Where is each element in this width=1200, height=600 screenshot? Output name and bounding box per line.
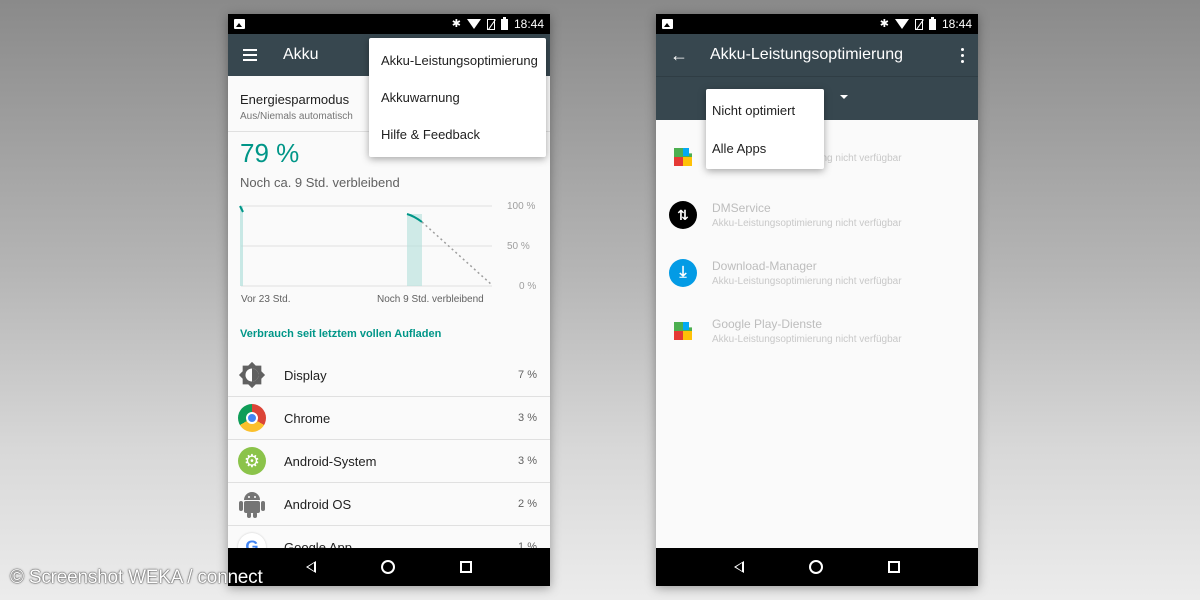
battery-chart: 100 % 50 % 0 % Vor 23 Std. Noch 9 Std. v… bbox=[228, 196, 550, 306]
gallery-notification-icon bbox=[234, 19, 245, 29]
nav-home-icon[interactable] bbox=[808, 560, 823, 574]
filter-option-not-optimized[interactable]: Nicht optimiert bbox=[706, 91, 824, 129]
menu-item-battery-warning[interactable]: Akkuwarnung bbox=[369, 79, 546, 116]
bluetooth-icon: ✱ bbox=[451, 17, 461, 30]
usage-item-label: Android OS bbox=[284, 496, 352, 512]
usage-item-label: Display bbox=[284, 367, 327, 383]
y-tick-50: 50 % bbox=[507, 241, 530, 252]
usage-item-display[interactable]: Display 7 % bbox=[228, 354, 550, 397]
usage-item-label: Android-System bbox=[284, 453, 377, 469]
dropdown-caret-icon[interactable] bbox=[840, 95, 848, 99]
usage-heading: Verbrauch seit letztem vollen Aufladen bbox=[240, 328, 442, 340]
app-toolbar: ← Akku-Leistungsoptimierung bbox=[656, 34, 978, 76]
app-row-dmservice[interactable]: ⇅ DMService Akku-Leistungsoptimierung ni… bbox=[656, 186, 978, 244]
battery-icon bbox=[500, 16, 508, 30]
y-tick-100: 100 % bbox=[507, 201, 536, 212]
menu-icon[interactable] bbox=[243, 49, 257, 61]
no-sim-icon bbox=[486, 18, 495, 30]
y-tick-0: 0 % bbox=[519, 281, 537, 292]
more-options-icon[interactable] bbox=[961, 47, 964, 63]
battery-chart-svg bbox=[239, 205, 493, 287]
app-detail: Akku-Leistungsoptimierung nicht verfügba… bbox=[712, 276, 902, 287]
x-label-start: Vor 23 Std. bbox=[241, 294, 291, 305]
app-row-download-manager[interactable]: ⤓ Download-Manager Akku-Leistungsoptimie… bbox=[656, 244, 978, 302]
usage-item-label: Chrome bbox=[284, 410, 331, 426]
battery-remaining: Noch ca. 9 Std. verbleibend bbox=[240, 175, 400, 190]
prediction-line bbox=[421, 221, 493, 286]
page-title: Akku bbox=[283, 46, 319, 63]
nav-recents-icon[interactable] bbox=[460, 561, 473, 573]
no-sim-icon bbox=[914, 18, 923, 30]
battery-icon bbox=[928, 16, 936, 30]
android-robot-icon bbox=[238, 490, 266, 518]
nav-back-icon[interactable] bbox=[733, 561, 744, 573]
menu-item-battery-optimization[interactable]: Akku-Leistungsoptimierung bbox=[369, 42, 546, 79]
filter-option-all-apps[interactable]: Alle Apps bbox=[706, 129, 824, 167]
back-arrow-icon[interactable]: ← bbox=[670, 45, 688, 66]
status-bar: ✱ 18:44 bbox=[228, 14, 550, 34]
usage-item-value: 2 % bbox=[518, 498, 537, 510]
app-detail: Akku-Leistungsoptimierung nicht verfügba… bbox=[712, 218, 902, 229]
usage-item-value: 3 % bbox=[518, 455, 537, 467]
phone-optimization-screen: ✱ 18:44 ← Akku-Leistungsoptimierung Akku… bbox=[656, 14, 978, 586]
app-name: Download-Manager bbox=[712, 259, 817, 273]
wifi-icon bbox=[894, 19, 909, 29]
usage-item-android-os[interactable]: Android OS 2 % bbox=[228, 483, 550, 526]
copyright-watermark: © Screenshot WEKA / connect bbox=[10, 567, 263, 588]
bluetooth-icon: ✱ bbox=[879, 17, 889, 30]
usage-item-value: 7 % bbox=[518, 369, 537, 381]
puzzle-app-icon bbox=[669, 143, 697, 171]
usage-item-android-system[interactable]: ⚙ Android-System 3 % bbox=[228, 440, 550, 483]
phone-battery-screen: ✱ 18:44 Akku Energiesparmodus Aus/Niemal… bbox=[228, 14, 550, 586]
gallery-notification-icon bbox=[662, 19, 673, 29]
wifi-icon bbox=[466, 19, 481, 29]
status-bar: ✱ 18:44 bbox=[656, 14, 978, 34]
app-name: Google Play-Dienste bbox=[712, 317, 823, 331]
nav-recents-icon[interactable] bbox=[888, 561, 901, 573]
status-time: 18:44 bbox=[941, 17, 972, 31]
filter-dropdown: Nicht optimiert Alle Apps bbox=[706, 89, 824, 169]
overflow-menu: Akku-Leistungsoptimierung Akkuwarnung Hi… bbox=[369, 38, 546, 157]
usage-item-value: 3 % bbox=[518, 412, 537, 424]
app-detail: Akku-Leistungsoptimierung nicht verfügba… bbox=[712, 334, 902, 345]
usage-list: Display 7 % Chrome 3 % ⚙ Android-System … bbox=[228, 354, 550, 569]
navigation-bar bbox=[656, 548, 978, 586]
page-title: Akku-Leistungsoptimierung bbox=[710, 46, 903, 63]
chrome-icon bbox=[238, 404, 266, 432]
nav-back-icon[interactable] bbox=[305, 561, 316, 573]
android-system-gear-icon: ⚙ bbox=[238, 447, 266, 475]
nav-home-icon[interactable] bbox=[380, 560, 395, 574]
play-services-icon bbox=[669, 317, 697, 345]
status-time: 18:44 bbox=[513, 17, 544, 31]
menu-item-help-feedback[interactable]: Hilfe & Feedback bbox=[369, 116, 546, 153]
navigation-bar bbox=[228, 548, 550, 586]
app-name: DMService bbox=[712, 201, 771, 215]
x-label-end: Noch 9 Std. verbleibend bbox=[377, 294, 484, 305]
charge-area-start bbox=[240, 206, 243, 286]
charge-area-current bbox=[407, 214, 422, 286]
app-row-play-services[interactable]: Google Play-Dienste Akku-Leistungsoptimi… bbox=[656, 302, 978, 360]
display-brightness-icon bbox=[238, 361, 266, 389]
dmservice-icon: ⇅ bbox=[669, 201, 697, 229]
usage-item-chrome[interactable]: Chrome 3 % bbox=[228, 397, 550, 440]
download-icon: ⤓ bbox=[669, 259, 697, 287]
